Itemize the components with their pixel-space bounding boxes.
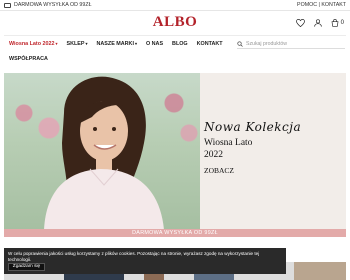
cookie-banner: W celu poprawienia jakości usług korzyst… <box>4 248 286 274</box>
search-icon <box>237 41 243 47</box>
hero-cta-link[interactable]: ZOBACZ <box>204 166 234 175</box>
nav-item-label: NASZE MARKI <box>96 41 134 47</box>
nav-item-nasze-marki[interactable]: NASZE MARKI▾ <box>97 41 137 47</box>
product-thumbnail[interactable] <box>294 262 346 280</box>
nav-item-kontakt[interactable]: KONTAKT <box>197 41 223 47</box>
cookie-accept-button[interactable]: Zgadzam się <box>8 263 45 271</box>
nav-item-blog[interactable]: BLOG <box>172 41 188 47</box>
heart-icon[interactable] <box>295 19 305 27</box>
help-contact-link[interactable]: POMOC | KONTAKT <box>297 2 346 8</box>
nav-item-wiosna-lato[interactable]: Wiosna Lato 2022▾ <box>9 41 58 47</box>
nav-item-sklep[interactable]: SKLEP▾ <box>67 41 88 47</box>
search-placeholder: Szukaj produktów <box>246 41 287 47</box>
chevron-down-icon: ▾ <box>55 41 58 46</box>
chevron-down-icon: ▾ <box>85 41 88 46</box>
cookie-text: W celu poprawienia jakości usług korzyst… <box>8 251 260 262</box>
nav-item-o-nas[interactable]: O NAS <box>146 41 163 47</box>
header-icons: 0 <box>295 19 344 27</box>
main-nav: Wiosna Lato 2022▾ SKLEP▾ NASZE MARKI▾ O … <box>9 41 223 47</box>
nav-item-label: Wiosna Lato 2022 <box>9 41 55 47</box>
top-bar: DARMOWA WYSYŁKA OD 99ZŁ POMOC | KONTAKT <box>0 0 350 11</box>
hero-script-title: Nowa Kolekcja <box>204 120 302 134</box>
search-input[interactable]: Szukaj produktów <box>237 40 345 49</box>
hero-caption: Nowa Kolekcja Wiosna Lato 2022 ZOBACZ <box>204 120 344 178</box>
nav-item-wspolpraca[interactable]: WSPÓŁPRACA <box>9 56 48 62</box>
truck-icon <box>4 2 11 8</box>
hero-season: Wiosna Lato <box>204 138 253 148</box>
flowers-background <box>4 73 200 153</box>
hero-photo <box>4 73 200 230</box>
free-shipping-note: DARMOWA WYSYŁKA OD 99ZŁ <box>4 2 92 8</box>
nav-item-label: SKLEP <box>66 41 85 47</box>
free-shipping-text: DARMOWA WYSYŁKA OD 99ZŁ <box>14 2 92 8</box>
chevron-down-icon: ▾ <box>134 41 137 46</box>
cart-icon[interactable]: 0 <box>331 19 344 27</box>
cart-count: 0 <box>340 20 344 26</box>
hero-banner[interactable]: Nowa Kolekcja Wiosna Lato 2022 ZOBACZ <box>4 73 346 230</box>
hero-year: 2022 <box>204 150 223 160</box>
user-icon[interactable] <box>313 19 322 27</box>
header-divider <box>4 35 346 36</box>
free-shipping-banner: DARMOWA WYSYŁKA OD 99ZŁ <box>4 229 346 237</box>
